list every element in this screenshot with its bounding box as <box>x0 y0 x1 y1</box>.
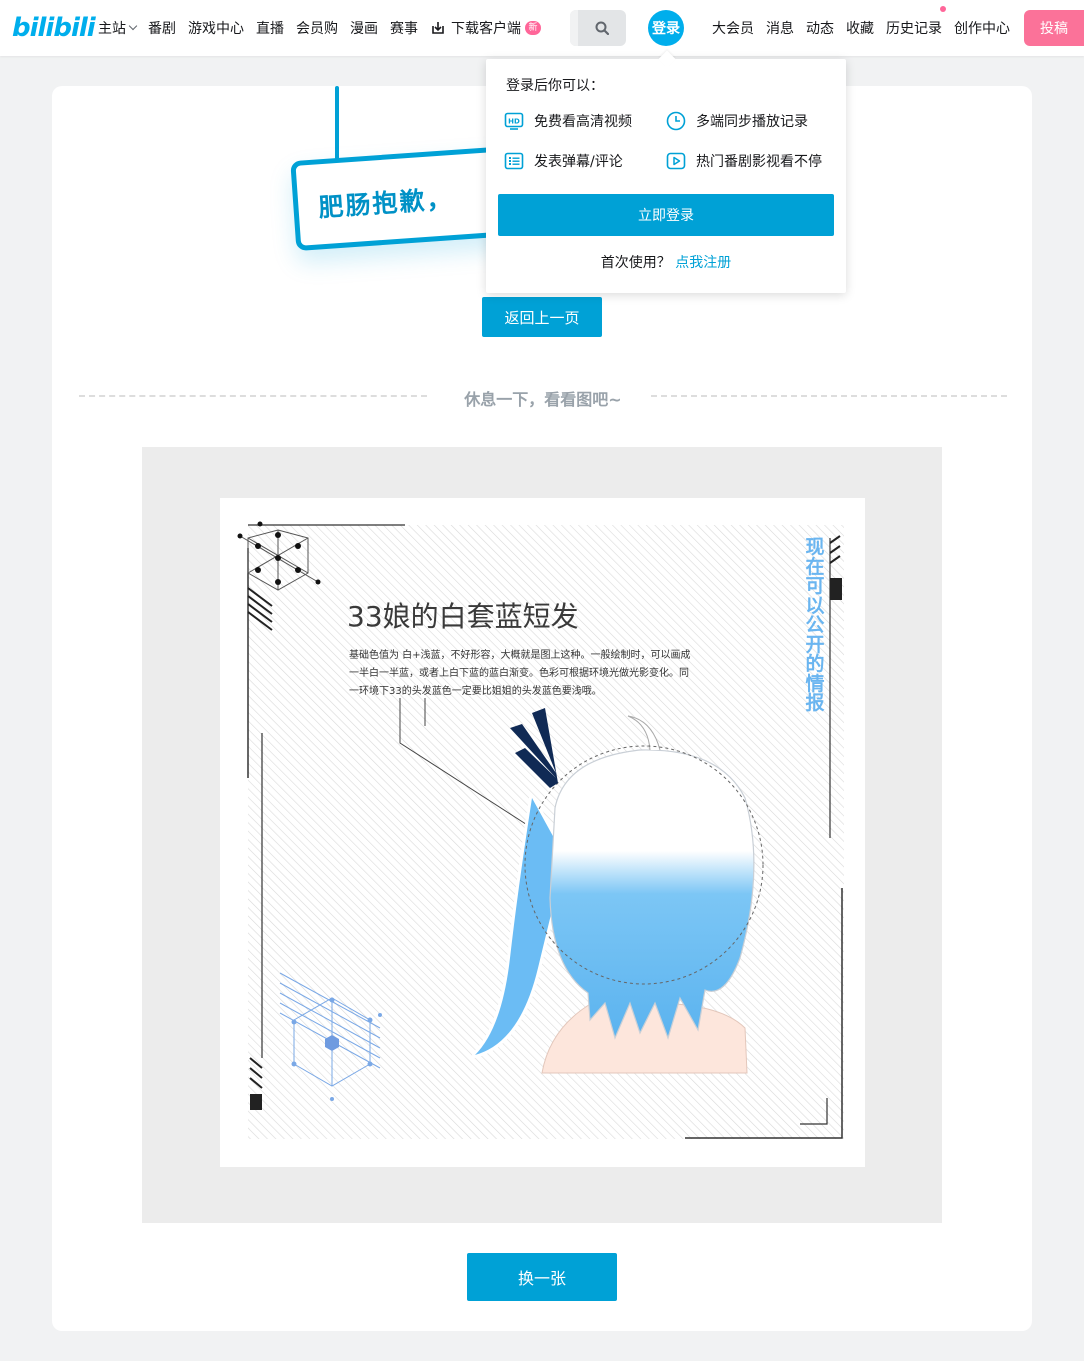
login-avatar-button[interactable]: 登录 <box>648 10 684 46</box>
nav-item-anime[interactable]: 番剧 <box>148 18 176 38</box>
nav-item-creator-center[interactable]: 创作中心 <box>954 18 1010 38</box>
nav-label: 主站 <box>98 21 126 37</box>
picture-frame: 33娘的白套蓝短发 基础色值为 白+浅蓝，不好形容，大概就是图上这种。一般绘制时… <box>142 447 942 1223</box>
chevron-down-icon <box>128 21 138 31</box>
nav-item-dynamics[interactable]: 动态 <box>806 18 834 38</box>
illustration-vertical-text: 现在可以公开的情报 <box>805 536 825 714</box>
svg-text:HD: HD <box>508 118 520 126</box>
nav-item-match[interactable]: 赛事 <box>390 18 418 38</box>
nav-item-download[interactable]: 下载客户端 新 <box>430 18 541 38</box>
search-input[interactable] <box>570 10 578 46</box>
nav-item-manga[interactable]: 漫画 <box>350 18 378 38</box>
clock-icon <box>666 111 686 131</box>
search-icon <box>595 21 609 35</box>
hd-icon: HD <box>504 112 524 130</box>
nav-item-history[interactable]: 历史记录 <box>886 6 946 38</box>
swap-picture-button[interactable]: 换一张 <box>467 1253 617 1301</box>
back-button[interactable]: 返回上一页 <box>482 297 602 337</box>
login-popup: 登录后你可以： HD 免费看高清视频 多端同步播放记录 发表弹幕/评论 热门番剧… <box>486 59 846 293</box>
nav-item-mall[interactable]: 会员购 <box>296 18 338 38</box>
nav-label: 历史记录 <box>886 21 942 37</box>
nav-left: 主站 番剧 游戏中心 直播 会员购 漫画 赛事 下载客户端 新 <box>98 0 553 56</box>
sign-post <box>335 86 339 164</box>
danmaku-list-icon <box>504 152 524 170</box>
popup-title: 登录后你可以： <box>506 78 604 94</box>
illustration: 33娘的白套蓝短发 基础色值为 白+浅蓝，不好形容，大概就是图上这种。一般绘制时… <box>220 498 865 1167</box>
benefit-hd-video: HD 免费看高清视频 <box>504 111 632 131</box>
section-divider: 休息一下，看看图吧~ <box>79 386 1007 409</box>
download-icon <box>432 22 444 34</box>
benefit-label: 免费看高清视频 <box>534 114 632 130</box>
nav-item-main[interactable]: 主站 <box>98 18 138 38</box>
error-sign-text: 肥肠抱歉， <box>317 184 455 223</box>
notification-dot <box>940 6 946 12</box>
search-bar <box>570 10 626 46</box>
nav-item-vip[interactable]: 大会员 <box>712 18 754 38</box>
nav-item-game-center[interactable]: 游戏中心 <box>188 18 244 38</box>
search-button[interactable] <box>578 10 626 46</box>
illustration-description: 基础色值为 白+浅蓝，不好形容，大概就是图上这种。一般绘制时，可以画成一半白一半… <box>349 650 691 697</box>
benefit-label: 发表弹幕/评论 <box>534 154 623 170</box>
bilibili-logo[interactable]: bilibili <box>12 12 96 44</box>
benefit-label: 多端同步播放记录 <box>696 114 808 130</box>
benefit-label: 热门番剧影视看不停 <box>696 154 822 170</box>
first-use-prompt: 首次使用？ 点我注册 <box>486 252 846 272</box>
top-header: bilibili 主站 番剧 游戏中心 直播 会员购 漫画 赛事 下载客户端 新… <box>0 0 1084 56</box>
divider-text: 休息一下，看看图吧~ <box>464 390 622 409</box>
benefit-sync-history: 多端同步播放记录 <box>666 111 808 131</box>
download-label: 下载客户端 <box>451 21 521 37</box>
illustration-title: 33娘的白套蓝短发 <box>347 600 579 633</box>
login-now-button[interactable]: 立即登录 <box>498 194 834 236</box>
nav-item-messages[interactable]: 消息 <box>766 18 794 38</box>
benefit-danmaku-comments: 发表弹幕/评论 <box>504 151 623 171</box>
play-icon <box>666 152 686 170</box>
upload-button[interactable]: 投稿 <box>1024 10 1084 46</box>
new-badge: 新 <box>525 21 541 35</box>
register-link[interactable]: 点我注册 <box>675 255 731 271</box>
nav-right: 大会员 消息 动态 收藏 历史记录 创作中心 <box>712 0 1022 56</box>
benefit-anime-movies: 热门番剧影视看不停 <box>666 151 822 171</box>
nav-item-live[interactable]: 直播 <box>256 18 284 38</box>
first-use-text: 首次使用？ <box>600 255 671 271</box>
nav-item-favorites[interactable]: 收藏 <box>846 18 874 38</box>
